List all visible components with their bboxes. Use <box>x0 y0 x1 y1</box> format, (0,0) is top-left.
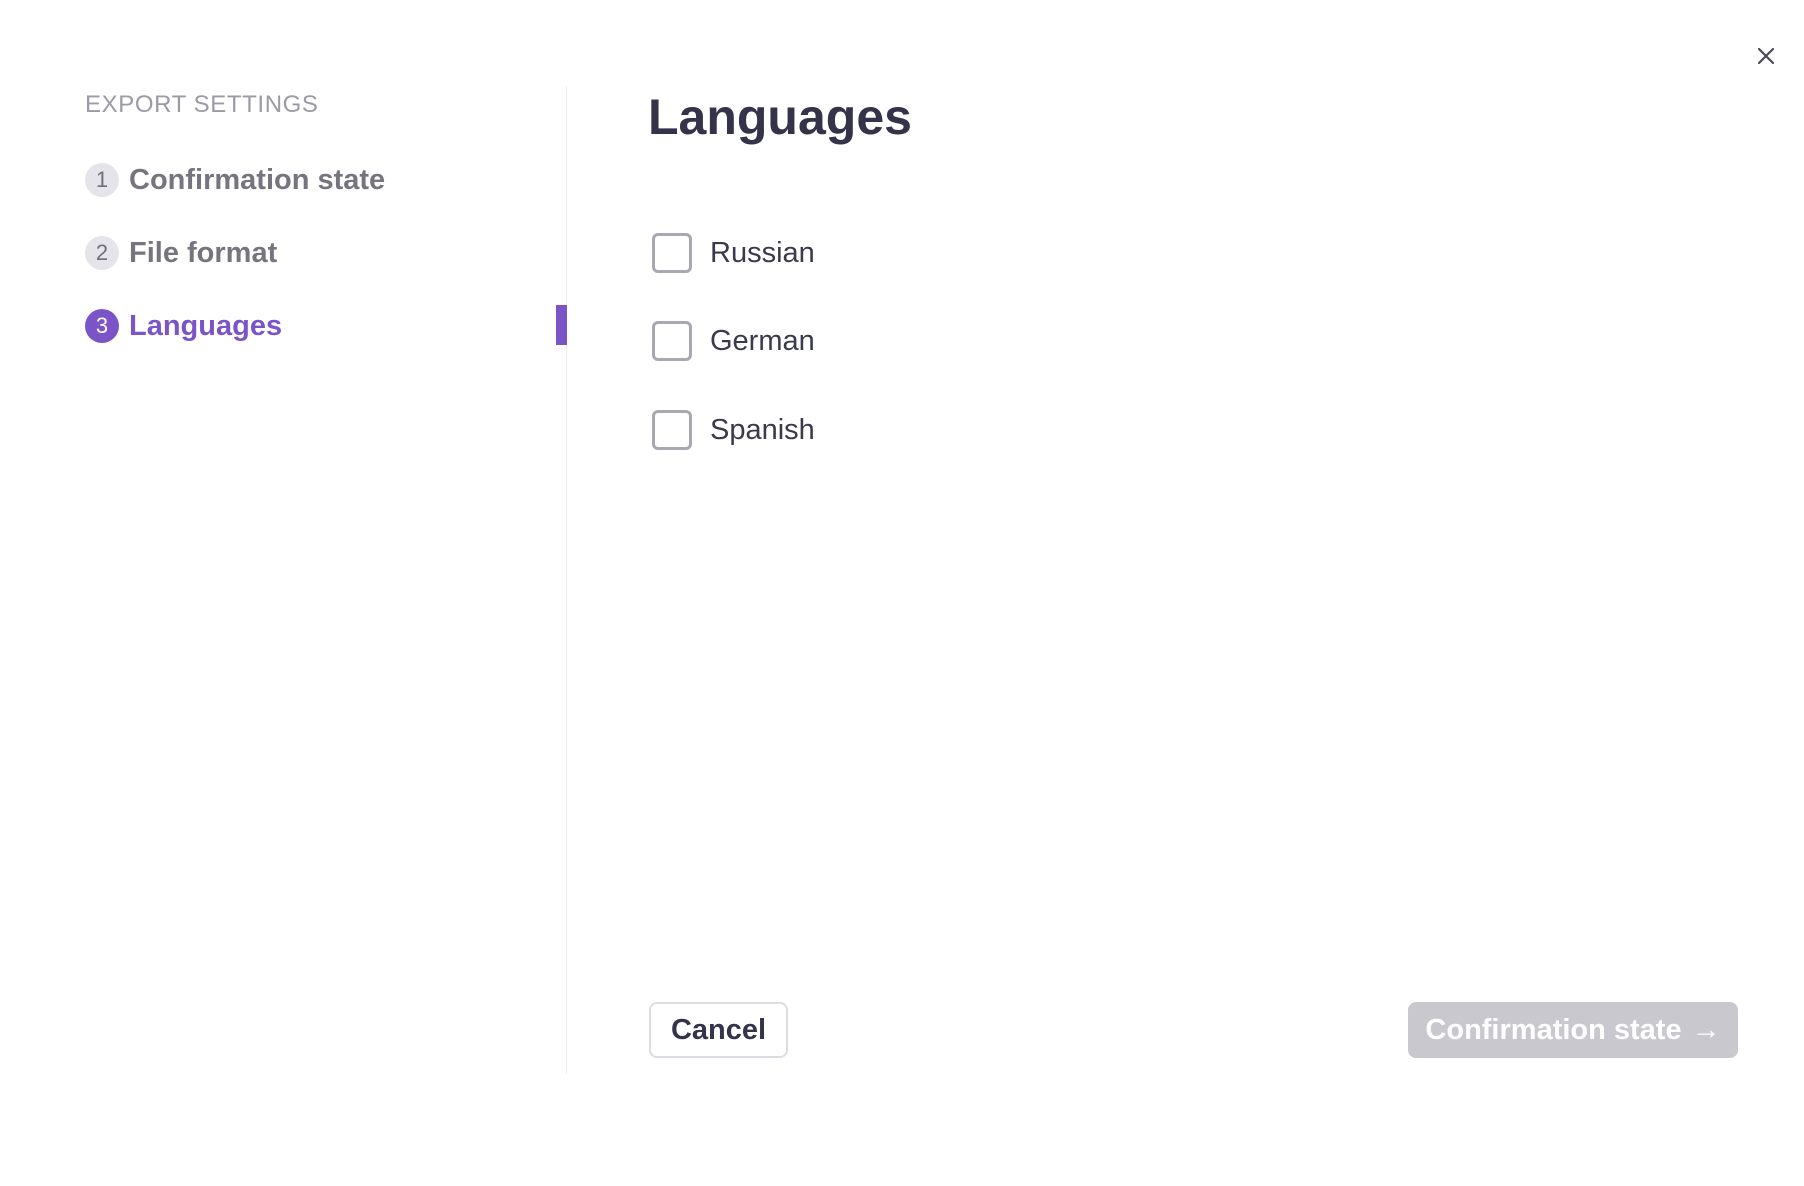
checkbox[interactable] <box>652 233 692 273</box>
step-number-badge: 2 <box>85 236 119 270</box>
language-option-german[interactable]: German <box>652 320 815 362</box>
language-option-spanish[interactable]: Spanish <box>652 409 815 451</box>
step-label: File format <box>129 236 278 269</box>
step-label: Confirmation state <box>129 163 386 196</box>
sidebar-heading: EXPORT SETTINGS <box>85 91 319 118</box>
arrow-right-icon: → <box>1691 1013 1721 1046</box>
export-settings-dialog: EXPORT SETTINGS 1 Confirmation state 2 F… <box>0 0 1804 1186</box>
language-option-russian[interactable]: Russian <box>652 232 815 274</box>
checkbox[interactable] <box>652 321 692 361</box>
step-number-badge: 3 <box>85 309 119 343</box>
step-file-format[interactable]: 2 File format <box>85 233 277 273</box>
checkbox[interactable] <box>652 410 692 450</box>
cancel-button[interactable]: Cancel <box>649 1002 788 1058</box>
next-step-label: Confirmation state <box>1425 1013 1682 1046</box>
option-label: German <box>710 324 815 357</box>
next-step-button[interactable]: Confirmation state → <box>1408 1002 1738 1058</box>
step-number-badge: 1 <box>85 163 119 197</box>
step-languages[interactable]: 3 Languages <box>85 306 282 346</box>
step-confirmation-state[interactable]: 1 Confirmation state <box>85 160 385 200</box>
option-label: Spanish <box>710 413 815 446</box>
steps-sidebar: EXPORT SETTINGS 1 Confirmation state 2 F… <box>0 86 567 1074</box>
close-button[interactable] <box>1748 38 1784 74</box>
page-title: Languages <box>648 89 912 145</box>
active-step-indicator <box>556 305 567 345</box>
step-label: Languages <box>129 309 283 342</box>
close-icon <box>1757 47 1775 65</box>
option-label: Russian <box>710 236 815 269</box>
